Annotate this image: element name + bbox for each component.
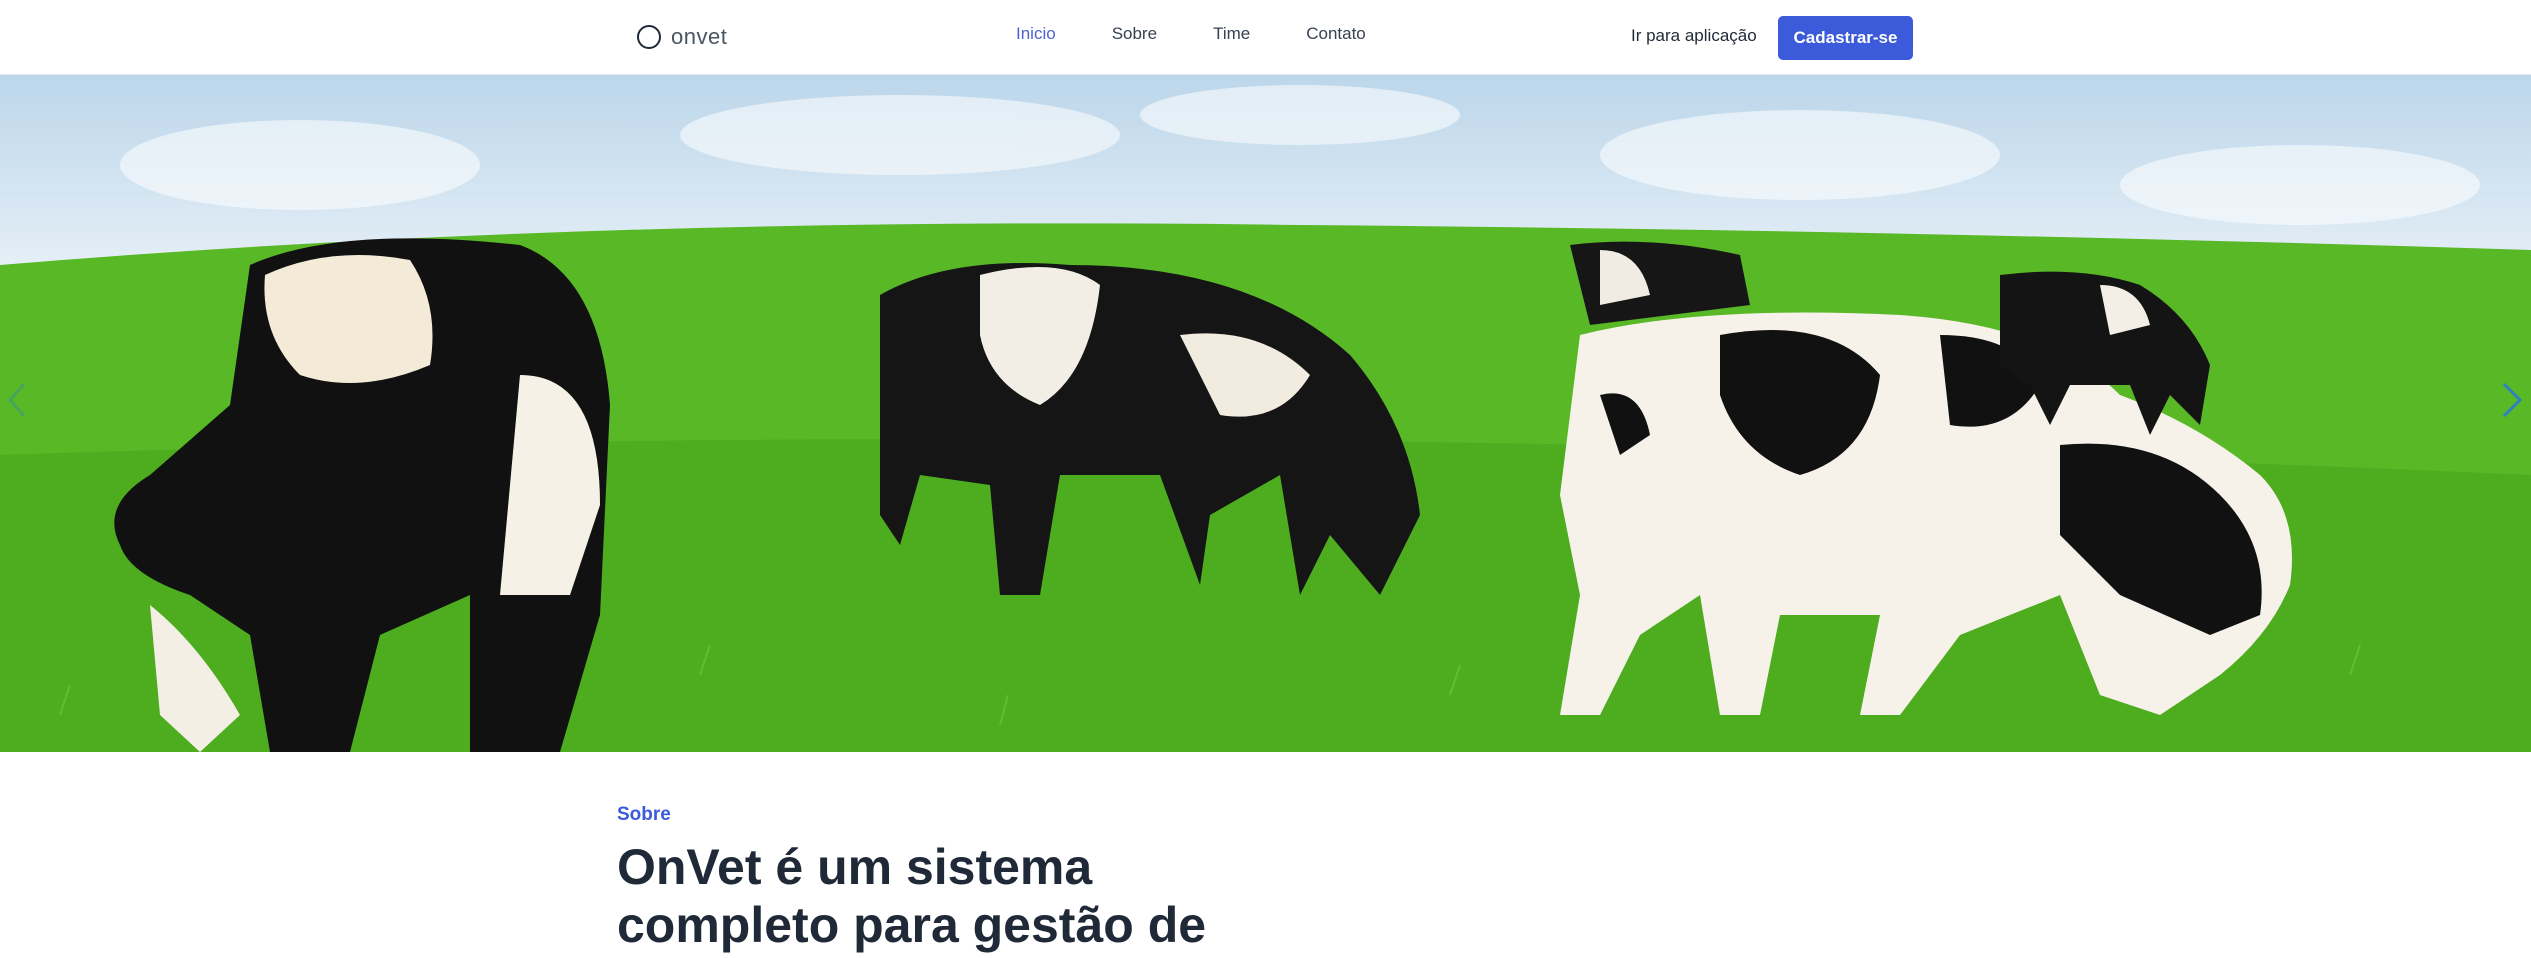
go-to-app-link[interactable]: Ir para aplicação [1631,26,1757,46]
chevron-right-icon [2502,382,2523,418]
about-section: Sobre [617,804,671,826]
main-nav: Inicio Sobre Time Contato [1016,24,1422,44]
hero-carousel [0,75,2531,752]
carousel-prev-button[interactable] [2,380,36,420]
about-headline: OnVet é um sistema completo para gestão … [617,839,1207,953]
top-navigation-bar: onvet Inicio Sobre Time Contato Ir para … [0,0,2531,75]
onvet-logo[interactable]: onvet [637,22,727,52]
logo-circle-icon [637,25,661,49]
nav-link-time[interactable]: Time [1213,24,1250,44]
chevron-left-icon [8,383,26,417]
logo-text: onvet [671,24,728,49]
section-eyebrow: Sobre [617,804,671,825]
signup-button[interactable]: Cadastrar-se [1778,16,1913,60]
nav-link-sobre[interactable]: Sobre [1112,24,1157,44]
hero-image-cows [0,85,2531,752]
nav-link-inicio[interactable]: Inicio [1016,24,1056,44]
nav-link-contato[interactable]: Contato [1306,24,1366,44]
carousel-next-button[interactable] [2494,380,2528,420]
